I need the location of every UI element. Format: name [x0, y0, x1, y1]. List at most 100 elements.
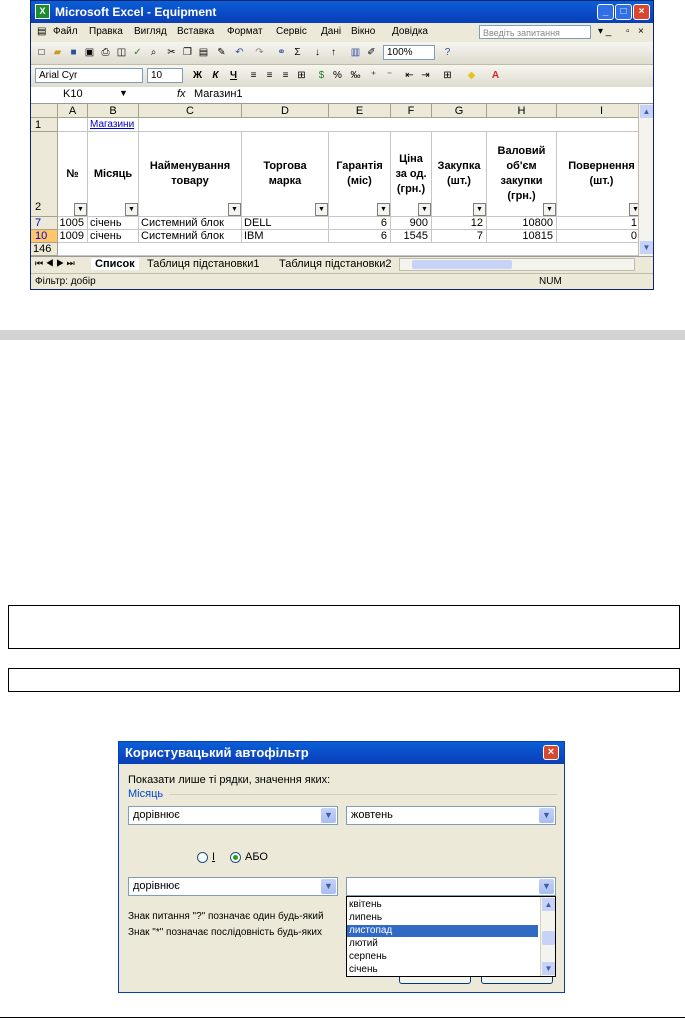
menu-insert[interactable]: Вставка	[177, 26, 214, 37]
autofilter-dropdown-icon[interactable]: ▼	[377, 203, 390, 216]
minimize-button[interactable]: _	[597, 4, 614, 20]
bold-button[interactable]: Ж	[191, 69, 204, 82]
link-cell[interactable]: Магазини	[88, 118, 139, 132]
redo-icon[interactable]: ↷	[253, 46, 266, 59]
autofilter-dropdown-icon[interactable]: ▼	[315, 203, 328, 216]
value2-select[interactable]: ▼	[346, 877, 556, 896]
italic-button[interactable]: К	[209, 69, 222, 82]
print-icon[interactable]: ⎙	[99, 46, 112, 59]
formula-input[interactable]: Магазин1	[194, 88, 243, 100]
cell[interactable]: Системний блок	[139, 230, 242, 243]
hyperlink-icon[interactable]: ⚭	[275, 46, 288, 59]
cell[interactable]: 6	[329, 230, 391, 243]
menu-tools[interactable]: Сервіс	[276, 26, 307, 37]
list-scroll-thumb[interactable]	[542, 931, 555, 945]
menu-format[interactable]: Формат	[227, 26, 263, 37]
chevron-down-icon[interactable]: ▼	[321, 808, 336, 823]
col-header[interactable]: D	[242, 104, 329, 118]
col-header[interactable]: C	[139, 104, 242, 118]
operator1-select[interactable]: дорівнює ▼	[128, 806, 338, 825]
currency-icon[interactable]: $	[315, 69, 328, 82]
list-item[interactable]: липень	[347, 912, 538, 924]
new-icon[interactable]: □	[35, 46, 48, 59]
autofilter-dropdown-icon[interactable]: ▼	[74, 203, 87, 216]
name-box[interactable]: K10	[63, 88, 83, 100]
autofilter-dropdown-icon[interactable]: ▼	[629, 203, 638, 216]
format-painter-icon[interactable]: ✎	[215, 46, 228, 59]
header-cell-returns[interactable]: Повернення (шт.)	[557, 132, 638, 217]
col-header[interactable]: H	[487, 104, 557, 118]
col-header[interactable]: A	[58, 104, 88, 118]
font-color-icon[interactable]: A	[489, 69, 502, 82]
list-scrollbar[interactable]: ▲ ▼	[540, 897, 555, 976]
col-header[interactable]: F	[391, 104, 432, 118]
horizontal-scrollbar[interactable]	[399, 258, 635, 271]
cell[interactable]: Системний блок	[139, 217, 242, 230]
borders-icon[interactable]: ⊞	[441, 69, 454, 82]
cell[interactable]: січень	[88, 230, 139, 243]
row-header[interactable]: 146	[31, 243, 58, 256]
col-header[interactable]: B	[88, 104, 139, 118]
menu-edit[interactable]: Правка	[89, 26, 123, 37]
scroll-up-icon[interactable]: ▲	[640, 105, 653, 118]
cell[interactable]: 0	[557, 230, 638, 243]
cell[interactable]: 7	[432, 230, 487, 243]
drawing-icon[interactable]: ✐	[365, 46, 378, 59]
value1-select[interactable]: жовтень ▼	[346, 806, 556, 825]
increase-indent-icon[interactable]: ⇥	[419, 69, 432, 82]
doc-restore-button[interactable]: ▫	[626, 26, 630, 37]
cell[interactable]: 10800	[487, 217, 557, 230]
name-box-dropdown-icon[interactable]: ▼	[119, 88, 128, 98]
chevron-down-icon[interactable]: ▼	[321, 879, 336, 894]
excel-title-bar[interactable]: X Microsoft Excel - Equipment _ □ ×	[31, 1, 653, 23]
permission-icon[interactable]: ▣	[83, 46, 96, 59]
dialog-close-button[interactable]: ×	[543, 745, 559, 760]
menu-view[interactable]: Вигляд	[134, 26, 167, 37]
dialog-title-bar[interactable]: Користувацький автофільтр ×	[119, 742, 564, 764]
autofilter-dropdown-icon[interactable]: ▼	[228, 203, 241, 216]
menu-file[interactable]: Файл	[53, 26, 78, 37]
vertical-scrollbar[interactable]: ▲ ▼	[638, 104, 653, 256]
workbook-icon[interactable]: ▤	[37, 26, 46, 37]
cell[interactable]: 1545	[391, 230, 432, 243]
sort-descending-icon[interactable]: ↑	[327, 46, 340, 59]
operator2-select[interactable]: дорівнює ▼	[128, 877, 338, 896]
sheet-nav-arrows-icon[interactable]: ⏮ ◀ ▶ ⏭	[35, 258, 75, 269]
cell[interactable]: 1009	[58, 230, 88, 243]
autofilter-dropdown-icon[interactable]: ▼	[125, 203, 138, 216]
list-item-selected[interactable]: листопад	[347, 925, 538, 937]
cell[interactable]: 6	[329, 217, 391, 230]
align-right-icon[interactable]: ≡	[279, 69, 292, 82]
doc-close-button[interactable]: ×	[638, 26, 644, 37]
cell[interactable]	[139, 118, 638, 132]
cell[interactable]: 1	[557, 217, 638, 230]
autofilter-dropdown-icon[interactable]: ▼	[473, 203, 486, 216]
col-header[interactable]: E	[329, 104, 391, 118]
help-search-input[interactable]: Введіть запитання	[479, 25, 591, 39]
paste-icon[interactable]: ▤	[197, 46, 210, 59]
close-button[interactable]: ×	[633, 4, 650, 20]
cell[interactable]: 1005	[58, 217, 88, 230]
scroll-down-icon[interactable]: ▼	[542, 962, 555, 975]
cut-icon[interactable]: ✂	[165, 46, 178, 59]
fx-icon[interactable]: fx	[177, 88, 186, 100]
col-header[interactable]: G	[432, 104, 487, 118]
row-header[interactable]: 7	[31, 217, 58, 230]
open-icon[interactable]: ▰	[51, 46, 64, 59]
thousands-icon[interactable]: ‰	[349, 69, 362, 82]
undo-icon[interactable]: ↶	[233, 46, 246, 59]
radio-and[interactable]	[197, 852, 208, 863]
autofilter-dropdown-icon[interactable]: ▼	[418, 203, 431, 216]
cell[interactable]: 10815	[487, 230, 557, 243]
scroll-up-icon[interactable]: ▲	[542, 898, 555, 911]
decrease-indent-icon[interactable]: ⇤	[403, 69, 416, 82]
list-item[interactable]: серпень	[347, 951, 538, 963]
spelling-icon[interactable]: ✓	[131, 46, 144, 59]
font-name-select[interactable]: Arial Cyr	[35, 68, 143, 83]
select-all-corner[interactable]	[31, 104, 58, 118]
autofilter-dropdown-icon[interactable]: ▼	[543, 203, 556, 216]
print-preview-icon[interactable]: ◫	[115, 46, 128, 59]
copy-icon[interactable]: ❐	[181, 46, 194, 59]
save-icon[interactable]: ■	[67, 46, 80, 59]
cell[interactable]: 12	[432, 217, 487, 230]
